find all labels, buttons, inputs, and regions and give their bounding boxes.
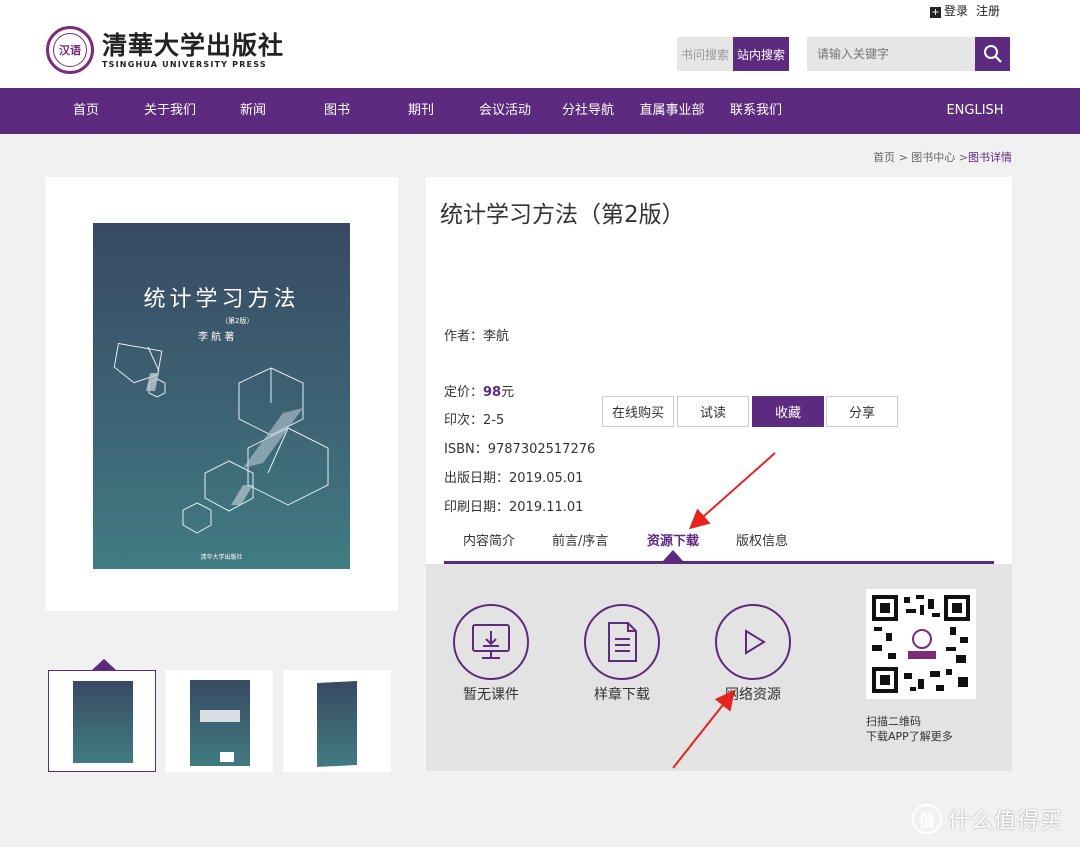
annotation-arrow-network-resource: [672, 689, 735, 769]
watermark-icon: 值: [912, 804, 942, 834]
annotation-arrow-resources-tab: [689, 452, 776, 530]
annotation-arrows: [672, 452, 776, 769]
watermark: 值 什么值得买: [912, 803, 1063, 835]
watermark-text: 什么值得买: [948, 809, 1064, 834]
